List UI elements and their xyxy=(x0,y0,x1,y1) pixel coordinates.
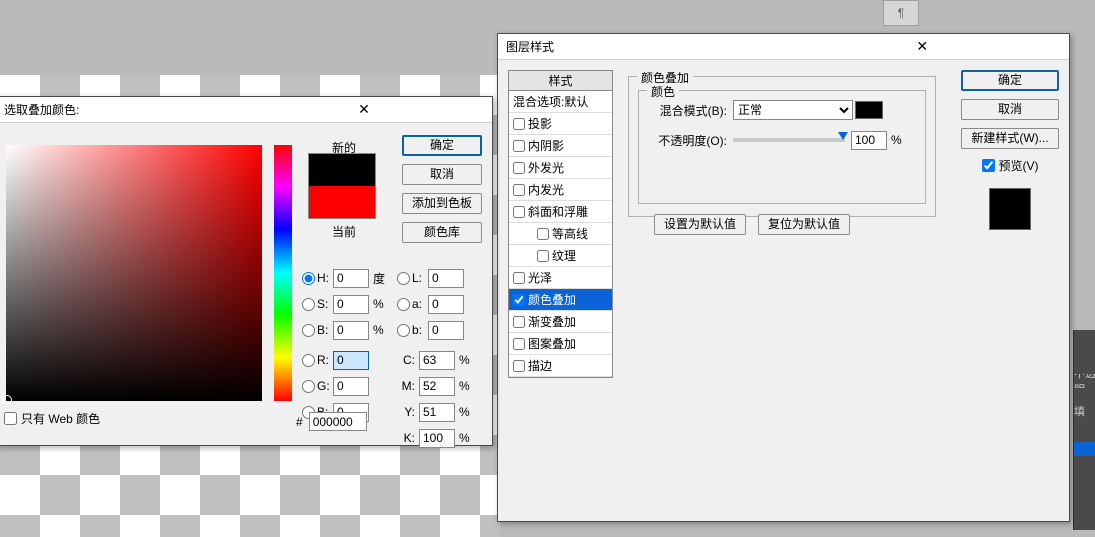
style-check[interactable] xyxy=(513,162,525,174)
style-check[interactable] xyxy=(513,184,525,196)
style-check[interactable] xyxy=(513,316,525,328)
l-input[interactable] xyxy=(428,269,464,288)
new-color-swatch[interactable] xyxy=(309,154,375,186)
style-item-pattern-overlay[interactable]: 图案叠加 xyxy=(509,333,612,355)
ls-new-style-button[interactable]: 新建样式(W)... xyxy=(961,128,1059,149)
style-check[interactable] xyxy=(537,250,549,262)
k-input[interactable] xyxy=(419,429,455,448)
toolbar-pilcrow[interactable]: ¶ xyxy=(883,0,919,26)
reset-default-button[interactable]: 复位为默认值 xyxy=(758,214,850,235)
right-panel: 不透明 填 xyxy=(1073,330,1095,530)
web-only-checkbox[interactable] xyxy=(4,412,17,425)
lb-input[interactable] xyxy=(428,321,464,340)
style-item-inner-glow[interactable]: 内发光 xyxy=(509,179,612,201)
layer-style-dialog: 图层样式 ✕ 样式 混合选项:默认 投影 内阴影 外发光 内发光 斜面和浮雕 等… xyxy=(497,33,1070,522)
hex-prefix: # xyxy=(296,415,303,429)
style-check[interactable] xyxy=(513,140,525,152)
color-field[interactable] xyxy=(6,145,262,401)
right-panel-fill-label: 填 xyxy=(1074,404,1095,418)
new-current-swatch xyxy=(308,153,376,219)
color-group: 颜色 混合模式(B): 正常 不透明度(O): % xyxy=(638,90,926,204)
preview-swatch xyxy=(989,188,1031,230)
style-item-contour[interactable]: 等高线 xyxy=(509,223,612,245)
style-item-satin[interactable]: 光泽 xyxy=(509,267,612,289)
blend-mode-select[interactable]: 正常 xyxy=(733,100,853,120)
ls-cancel-button[interactable]: 取消 xyxy=(961,99,1059,120)
style-item-stroke[interactable]: 描边 xyxy=(509,355,612,377)
styles-list: 样式 混合选项:默认 投影 内阴影 外发光 内发光 斜面和浮雕 等高线 纹理 光… xyxy=(508,70,613,378)
right-panel-opacity-label: 不透明 xyxy=(1074,374,1095,388)
style-check[interactable] xyxy=(513,118,525,130)
style-item-outer-glow[interactable]: 外发光 xyxy=(509,157,612,179)
blend-options-item[interactable]: 混合选项:默认 xyxy=(509,91,612,113)
s-input[interactable] xyxy=(333,295,369,314)
a-input[interactable] xyxy=(428,295,464,314)
current-color-label: 当前 xyxy=(322,223,366,240)
cp-ok-button[interactable]: 确定 xyxy=(402,135,482,156)
color-picker-titlebar[interactable]: 选取叠加颜色: ✕ xyxy=(0,97,492,123)
set-default-button[interactable]: 设置为默认值 xyxy=(654,214,746,235)
layer-style-titlebar[interactable]: 图层样式 ✕ xyxy=(498,34,1069,60)
g-input[interactable] xyxy=(333,377,369,396)
web-only-label: 只有 Web 颜色 xyxy=(21,410,100,427)
slider-thumb-icon[interactable] xyxy=(838,132,848,145)
opacity-unit: % xyxy=(891,133,902,147)
cp-cancel-button[interactable]: 取消 xyxy=(402,164,482,185)
r-radio[interactable] xyxy=(302,354,315,367)
hue-slider[interactable] xyxy=(274,145,292,401)
style-item-drop-shadow[interactable]: 投影 xyxy=(509,113,612,135)
color-picker-dialog: 选取叠加颜色: ✕ 新的 当前 确定 取消 添加到色板 颜色库 H:度 S:% … xyxy=(0,96,493,446)
h-radio[interactable] xyxy=(302,272,315,285)
style-item-inner-shadow[interactable]: 内阴影 xyxy=(509,135,612,157)
close-icon[interactable]: ✕ xyxy=(244,102,484,118)
overlay-color-swatch[interactable] xyxy=(855,101,883,119)
style-item-gradient-overlay[interactable]: 渐变叠加 xyxy=(509,311,612,333)
ls-ok-button[interactable]: 确定 xyxy=(961,70,1059,91)
cp-color-lib-button[interactable]: 颜色库 xyxy=(402,222,482,243)
preview-label: 预览(V) xyxy=(999,157,1039,174)
y-input[interactable] xyxy=(419,403,455,422)
color-group-label: 颜色 xyxy=(647,83,679,100)
opacity-slider[interactable] xyxy=(733,138,845,142)
layer-style-title: 图层样式 xyxy=(506,38,784,55)
cp-add-swatch-button[interactable]: 添加到色板 xyxy=(402,193,482,214)
a-radio[interactable] xyxy=(397,298,410,311)
style-check[interactable] xyxy=(513,294,525,306)
style-item-texture[interactable]: 纹理 xyxy=(509,245,612,267)
style-check[interactable] xyxy=(513,206,525,218)
g-radio[interactable] xyxy=(302,380,315,393)
style-check[interactable] xyxy=(513,338,525,350)
style-item-color-overlay[interactable]: 颜色叠加 xyxy=(509,289,612,311)
opacity-label: 不透明度(O): xyxy=(651,132,727,149)
r-input[interactable] xyxy=(333,351,369,370)
style-check[interactable] xyxy=(513,272,525,284)
web-only-row[interactable]: 只有 Web 颜色 xyxy=(4,410,100,427)
preview-checkbox[interactable] xyxy=(982,159,995,172)
h-input[interactable] xyxy=(333,269,369,288)
l-radio[interactable] xyxy=(397,272,410,285)
style-item-bevel[interactable]: 斜面和浮雕 xyxy=(509,201,612,223)
style-check[interactable] xyxy=(537,228,549,240)
current-color-swatch[interactable] xyxy=(309,186,375,218)
style-check[interactable] xyxy=(513,360,525,372)
hex-input[interactable] xyxy=(309,412,367,431)
preview-checkbox-row[interactable]: 预览(V) xyxy=(961,157,1059,174)
close-icon[interactable]: ✕ xyxy=(784,39,1062,55)
lb-radio[interactable] xyxy=(397,324,410,337)
color-picker-title: 选取叠加颜色: xyxy=(4,101,244,118)
bb-radio[interactable] xyxy=(302,324,315,337)
c-input[interactable] xyxy=(419,351,455,370)
bb-input[interactable] xyxy=(333,321,369,340)
m-input[interactable] xyxy=(419,377,455,396)
blend-mode-label: 混合模式(B): xyxy=(651,102,727,119)
s-radio[interactable] xyxy=(302,298,315,311)
right-panel-selection[interactable] xyxy=(1074,442,1095,456)
opacity-input[interactable] xyxy=(851,131,887,150)
styles-header[interactable]: 样式 xyxy=(509,71,612,91)
